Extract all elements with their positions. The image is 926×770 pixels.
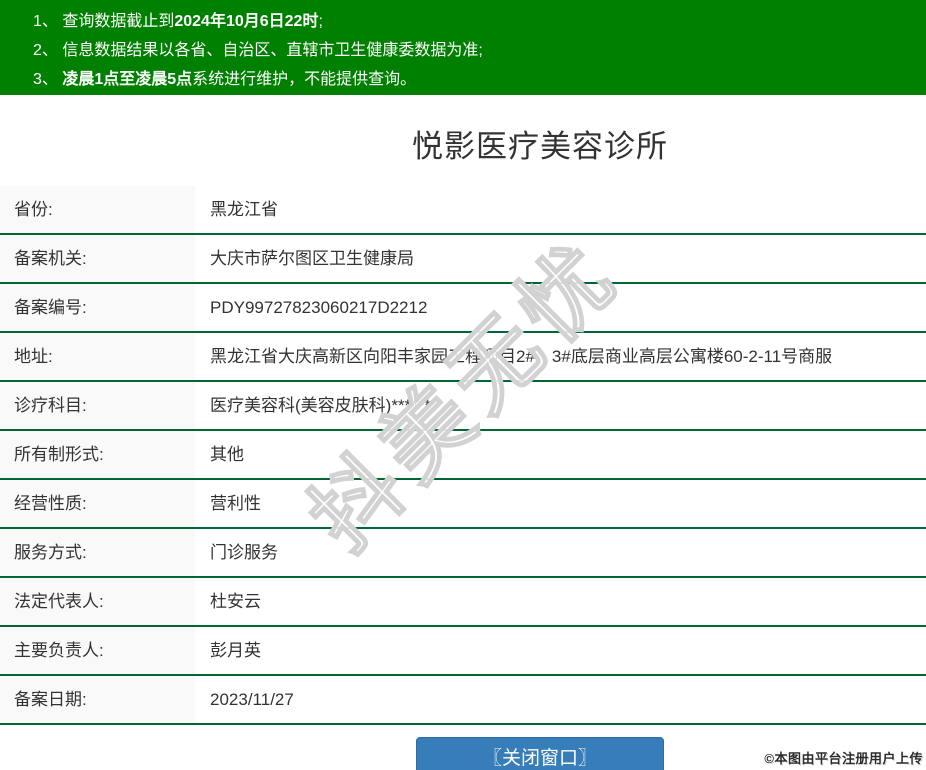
row-value: 黑龙江省 <box>210 200 278 219</box>
row-value: 其他 <box>210 445 244 464</box>
table-row-departments: 诊疗科目: 医疗美容科(美容皮肤科)****** <box>0 382 926 431</box>
row-label: 备案编号: <box>0 284 195 331</box>
table-row-ownership: 所有制形式: 其他 <box>0 431 926 480</box>
row-value: 门诊服务 <box>210 543 278 562</box>
table-row-address: 地址: 黑龙江省大庆高新区向阳丰家园工程项目2#、3#底层商业高层公寓楼60-2… <box>0 333 926 382</box>
table-row-filing-date: 备案日期: 2023/11/27 <box>0 676 926 725</box>
close-window-button[interactable]: 〖关闭窗口〗 <box>416 737 664 770</box>
row-value: 大庆市萨尔图区卫生健康局 <box>210 249 414 268</box>
page-title: 悦影医疗美容诊所 <box>412 129 668 164</box>
notice-line-1-bold: 2024年10月6日22时 <box>174 13 319 30</box>
table-row-person-in-charge: 主要负责人: 彭月英 <box>0 627 926 676</box>
row-value: 2023/11/27 <box>210 690 294 709</box>
row-label: 诊疗科目: <box>0 382 195 429</box>
table-row-filing-number: 备案编号: PDY99727823060217D2212 <box>0 284 926 333</box>
row-value: PDY99727823060217D2212 <box>210 298 428 317</box>
notice-line-1-text: 1、 查询数据截止到 <box>33 13 175 30</box>
row-value: 营利性 <box>210 494 261 513</box>
notice-line-2: 2、 信息数据结果以各省、自治区、直辖市卫生健康委数据为准; <box>33 36 916 65</box>
row-value: 彭月英 <box>210 641 261 660</box>
row-label: 服务方式: <box>0 529 195 576</box>
row-label: 法定代表人: <box>0 578 195 625</box>
content-column: 悦影医疗美容诊所 省份: 黑龙江省 备案机关: 大庆市萨尔图区卫生健康局 备案编… <box>0 95 926 770</box>
notice-line-3-suffix: 系统进行维护，不能提供查询。 <box>192 71 417 88</box>
row-label: 备案日期: <box>0 676 195 723</box>
notice-line-3-bold: 凌晨1点至凌晨5点 <box>62 71 193 88</box>
row-label: 备案机关: <box>0 235 195 282</box>
row-value: 医疗美容科(美容皮肤科)****** <box>210 396 432 415</box>
footer-watermark: ©本图由平台注册用户上传 <box>764 751 923 766</box>
row-value: 黑龙江省大庆高新区向阳丰家园工程项目2#、3#底层商业高层公寓楼60-2-11号… <box>210 347 833 366</box>
notice-line-3-text: 3、 <box>33 71 63 88</box>
page: 1、 查询数据截止到2024年10月6日22时; 2、 信息数据结果以各省、自治… <box>0 0 926 770</box>
row-label: 所有制形式: <box>0 431 195 478</box>
row-label: 经营性质: <box>0 480 195 527</box>
table-row-legal-representative: 法定代表人: 杜安云 <box>0 578 926 627</box>
row-label: 省份: <box>0 186 195 233</box>
row-label: 主要负责人: <box>0 627 195 674</box>
table-row-province: 省份: 黑龙江省 <box>0 186 926 235</box>
info-table: 省份: 黑龙江省 备案机关: 大庆市萨尔图区卫生健康局 备案编号: PDY997… <box>0 186 926 725</box>
notice-line-1: 1、 查询数据截止到2024年10月6日22时; <box>33 7 916 36</box>
table-row-service-mode: 服务方式: 门诊服务 <box>0 529 926 578</box>
row-value: 杜安云 <box>210 592 261 611</box>
row-label: 地址: <box>0 333 195 380</box>
notice-banner: 1、 查询数据截止到2024年10月6日22时; 2、 信息数据结果以各省、自治… <box>0 0 926 95</box>
notice-line-2-text: 2、 信息数据结果以各省、自治区、直辖市卫生健康委数据为准; <box>33 42 483 59</box>
table-row-business-nature: 经营性质: 营利性 <box>0 480 926 529</box>
notice-line-3: 3、 凌晨1点至凌晨5点系统进行维护，不能提供查询。 <box>33 65 916 94</box>
table-row-filing-authority: 备案机关: 大庆市萨尔图区卫生健康局 <box>0 235 926 284</box>
notice-line-1-suffix: ; <box>318 13 323 30</box>
